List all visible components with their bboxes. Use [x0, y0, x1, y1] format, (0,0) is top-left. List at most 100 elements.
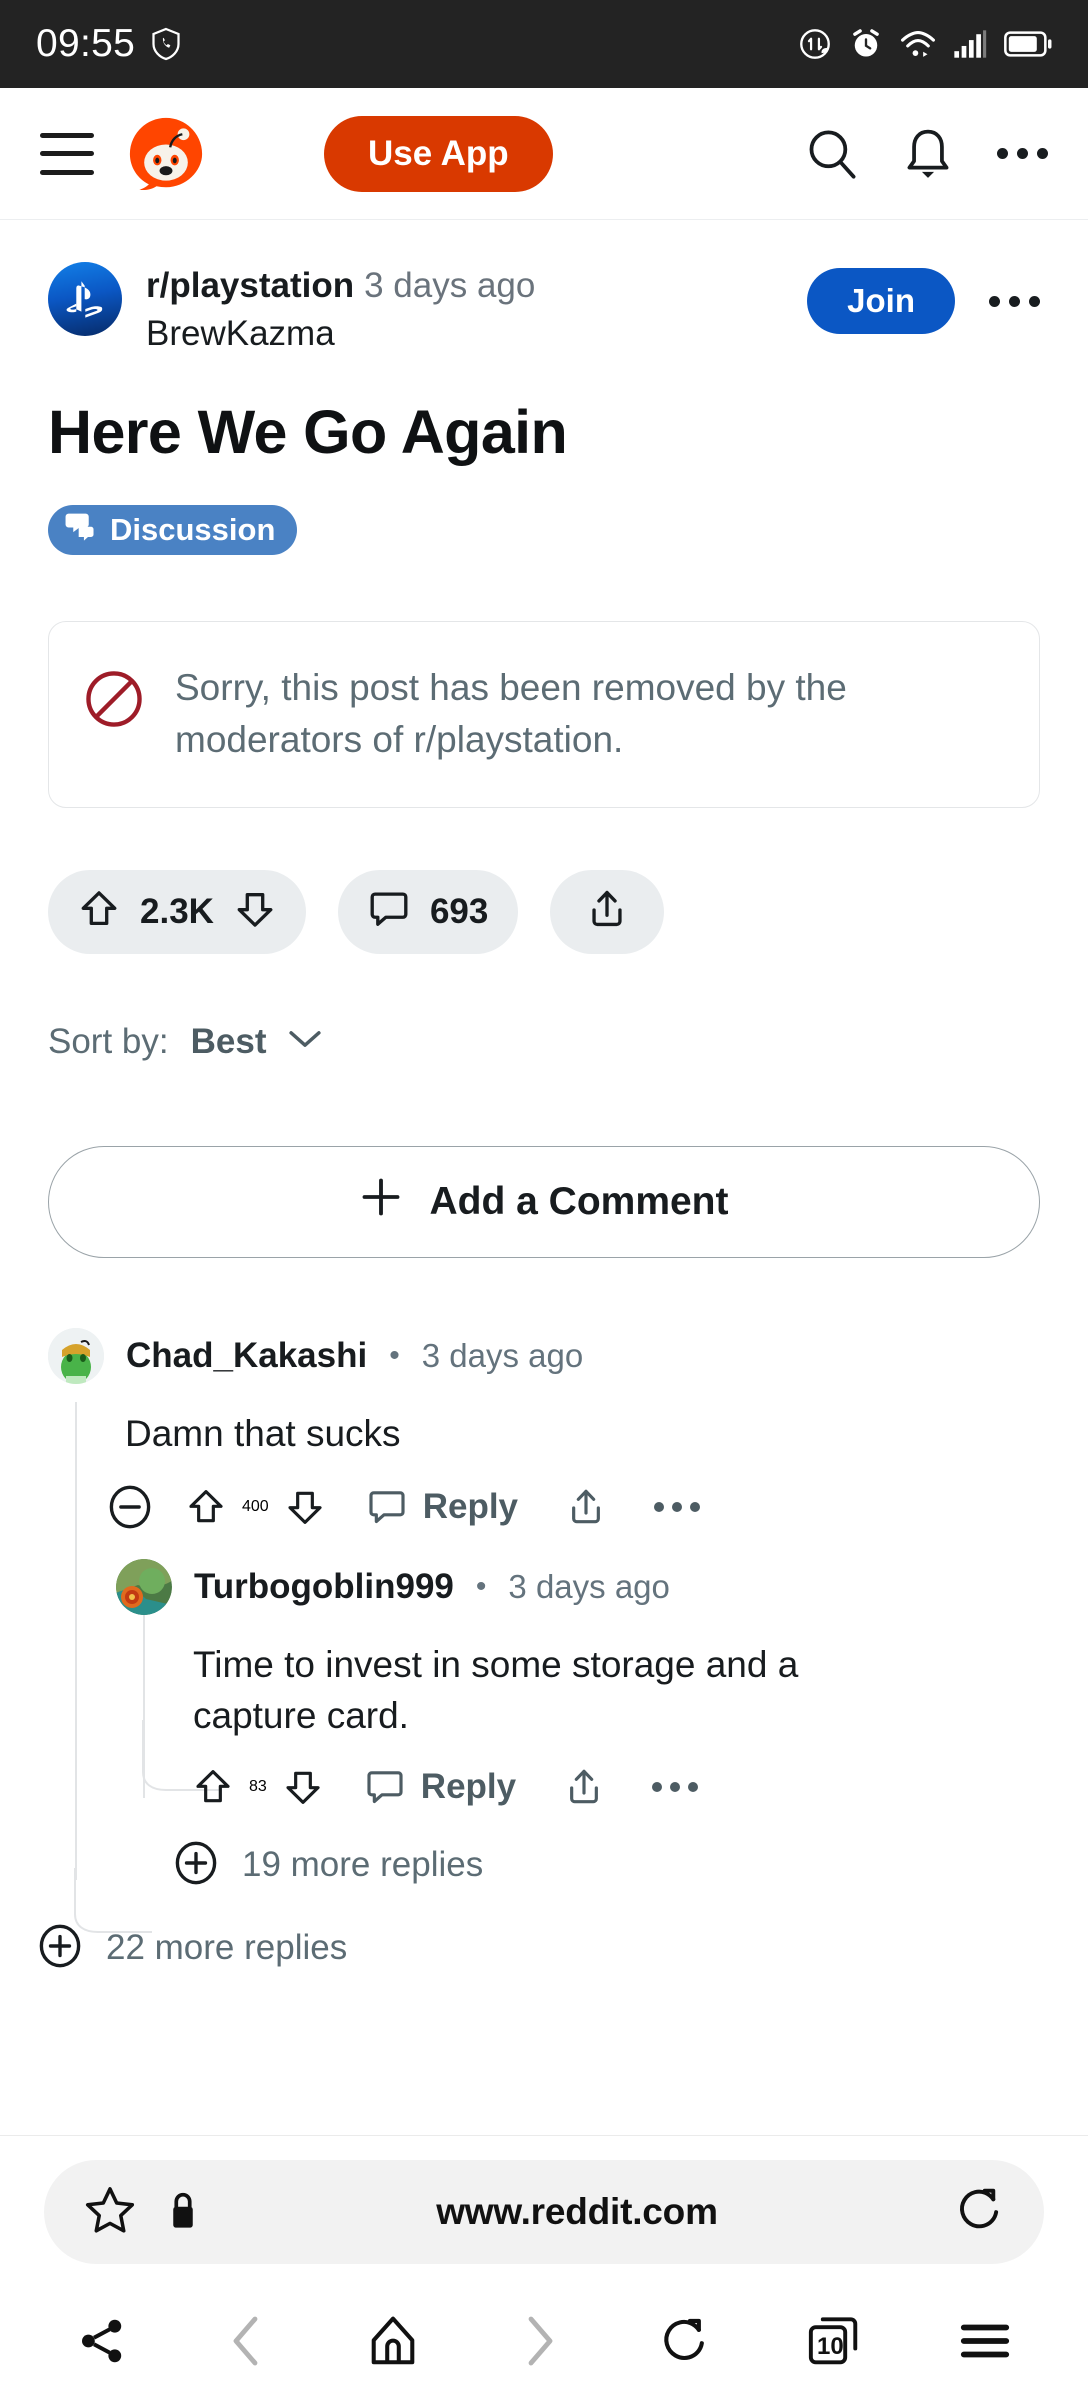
comment-score: 400: [242, 1497, 269, 1515]
use-app-button[interactable]: Use App: [324, 115, 553, 192]
comment-reply-button[interactable]: Reply: [367, 1487, 518, 1527]
comment-count: 693: [429, 891, 489, 931]
status-bar-right: [798, 27, 1052, 61]
avatar[interactable]: [48, 1327, 104, 1384]
search-icon[interactable]: [805, 127, 859, 181]
post-meta: r/playstation 3 days ago BrewKazma Join: [48, 262, 1040, 356]
header-icons: [805, 127, 1048, 181]
shield-phone-icon: [151, 27, 181, 61]
comment-overflow-menu-icon[interactable]: [652, 1781, 699, 1792]
comment-reply-button[interactable]: Reply: [365, 1767, 516, 1807]
add-comment-label: Add a Comment: [429, 1179, 729, 1223]
comment-downvote-icon[interactable]: [285, 1487, 325, 1527]
subreddit-avatar[interactable]: [48, 262, 122, 336]
reload-icon[interactable]: [954, 2184, 1004, 2241]
collapse-comment-icon[interactable]: [108, 1485, 152, 1529]
plus-circle-icon: [174, 1841, 218, 1890]
post-flair[interactable]: Discussion: [48, 504, 298, 555]
notification-bell-icon[interactable]: [903, 127, 953, 181]
url-text[interactable]: www.reddit.com: [230, 2191, 924, 2233]
url-bar[interactable]: www.reddit.com: [44, 2160, 1044, 2264]
comment-bubble-icon: [368, 888, 410, 935]
vote-pill[interactable]: 2.3K: [48, 869, 306, 954]
more-replies-root[interactable]: 22 more replies: [38, 1924, 1040, 1973]
comment-header: Turbogoblin999 • 3 days ago: [116, 1558, 1040, 1615]
more-replies-label: 19 more replies: [242, 1845, 484, 1885]
comment-author[interactable]: Turbogoblin999: [194, 1567, 454, 1607]
more-replies-label: 22 more replies: [106, 1928, 348, 1968]
comment-header: Chad_Kakashi • 3 days ago: [48, 1327, 1040, 1384]
post-removed-notice: Sorry, this post has been removed by the…: [48, 620, 1040, 808]
add-comment-button[interactable]: Add a Comment: [48, 1145, 1040, 1258]
tab-switcher-button[interactable]: 10: [806, 2314, 862, 2368]
comment-share-icon[interactable]: [564, 1767, 604, 1807]
status-bar-clock: 09:55: [36, 22, 136, 65]
post-container: r/playstation 3 days ago BrewKazma Join H…: [0, 220, 1088, 1973]
back-chevron-icon[interactable]: [224, 2313, 270, 2369]
join-button[interactable]: Join: [807, 268, 955, 334]
comment-author[interactable]: Chad_Kakashi: [126, 1336, 367, 1376]
post-action-row: 2.3K 693: [48, 869, 1040, 954]
comment-downvote-icon[interactable]: [283, 1767, 323, 1807]
comment-body: Time to invest in some storage and a cap…: [193, 1643, 799, 1736]
alarm-icon: [849, 27, 883, 61]
removed-notice-text: Sorry, this post has been removed by the…: [175, 666, 847, 761]
sort-value[interactable]: Best: [191, 1022, 267, 1062]
browser-nav-bar: 10: [0, 2282, 1088, 2400]
subreddit-name[interactable]: r/playstation: [146, 266, 354, 305]
comment-pill[interactable]: 693: [337, 869, 519, 954]
share-up-icon: [586, 888, 628, 935]
forward-chevron-icon[interactable]: [516, 2313, 562, 2369]
sort-bar[interactable]: Sort by: Best: [48, 1022, 1040, 1062]
data-saver-icon: [798, 27, 832, 61]
comment-upvote-icon[interactable]: [193, 1767, 233, 1807]
reddit-logo[interactable]: [128, 116, 204, 192]
signal-icon: [953, 29, 987, 59]
browser-chrome: www.reddit.com 10: [0, 2135, 1088, 2400]
menu-icon[interactable]: [958, 2319, 1012, 2363]
comment-reply-label: Reply: [420, 1766, 517, 1806]
reddit-post-page: 09:55 Use App r/playstation 3 days ago B…: [0, 0, 1088, 2400]
avatar[interactable]: [116, 1558, 172, 1615]
comment-separator: •: [389, 1338, 400, 1372]
chevron-down-icon[interactable]: [288, 1028, 322, 1055]
post-meta-text: r/playstation 3 days ago BrewKazma: [146, 262, 535, 356]
status-bar-left: 09:55: [36, 22, 181, 66]
post-title: Here We Go Again: [48, 398, 568, 467]
more-replies-child[interactable]: 19 more replies: [174, 1841, 1040, 1890]
battery-icon: [1004, 30, 1052, 58]
upvote-icon[interactable]: [78, 888, 120, 935]
plus-circle-icon: [38, 1924, 82, 1973]
hamburger-icon[interactable]: [40, 132, 94, 175]
comment-action-row: 400 Reply: [108, 1485, 1040, 1529]
post-author[interactable]: BrewKazma: [146, 311, 535, 357]
sort-label: Sort by:: [48, 1021, 169, 1061]
post-meta-actions: Join: [807, 262, 1040, 334]
comment-separator: •: [475, 1569, 487, 1603]
comment-thread-root: Chad_Kakashi • 3 days ago Damn that suck…: [39, 1327, 1040, 1973]
tab-count: 10: [817, 2333, 844, 2360]
reddit-header: Use App: [0, 88, 1088, 220]
removed-no-entry-icon: [83, 662, 145, 735]
share-button[interactable]: [550, 869, 665, 954]
comment-reply-label: Reply: [422, 1486, 519, 1526]
reload-icon[interactable]: [658, 2314, 710, 2368]
flair-label: Discussion: [110, 511, 276, 547]
comment-body: Damn that sucks: [125, 1412, 401, 1454]
comment-thread-child: Turbogoblin999 • 3 days ago Time to inve…: [116, 1558, 1040, 1890]
comment-share-icon[interactable]: [566, 1487, 606, 1527]
comment-score: 83: [249, 1777, 267, 1795]
flair-speech-bubble-icon: [64, 509, 98, 551]
wifi-icon: [900, 29, 936, 59]
downvote-icon[interactable]: [234, 888, 276, 935]
comment-upvote-icon[interactable]: [186, 1487, 226, 1527]
home-icon[interactable]: [366, 2314, 420, 2368]
share-icon[interactable]: [76, 2315, 128, 2367]
overflow-menu-icon[interactable]: [997, 148, 1048, 159]
comment-overflow-menu-icon[interactable]: [654, 1501, 701, 1512]
star-icon[interactable]: [84, 2184, 136, 2241]
post-subreddit-line: r/playstation 3 days ago: [146, 264, 535, 309]
post-overflow-menu-icon[interactable]: [989, 295, 1040, 307]
status-bar: 09:55: [0, 0, 1088, 88]
post-age: 3 days ago: [364, 266, 536, 305]
